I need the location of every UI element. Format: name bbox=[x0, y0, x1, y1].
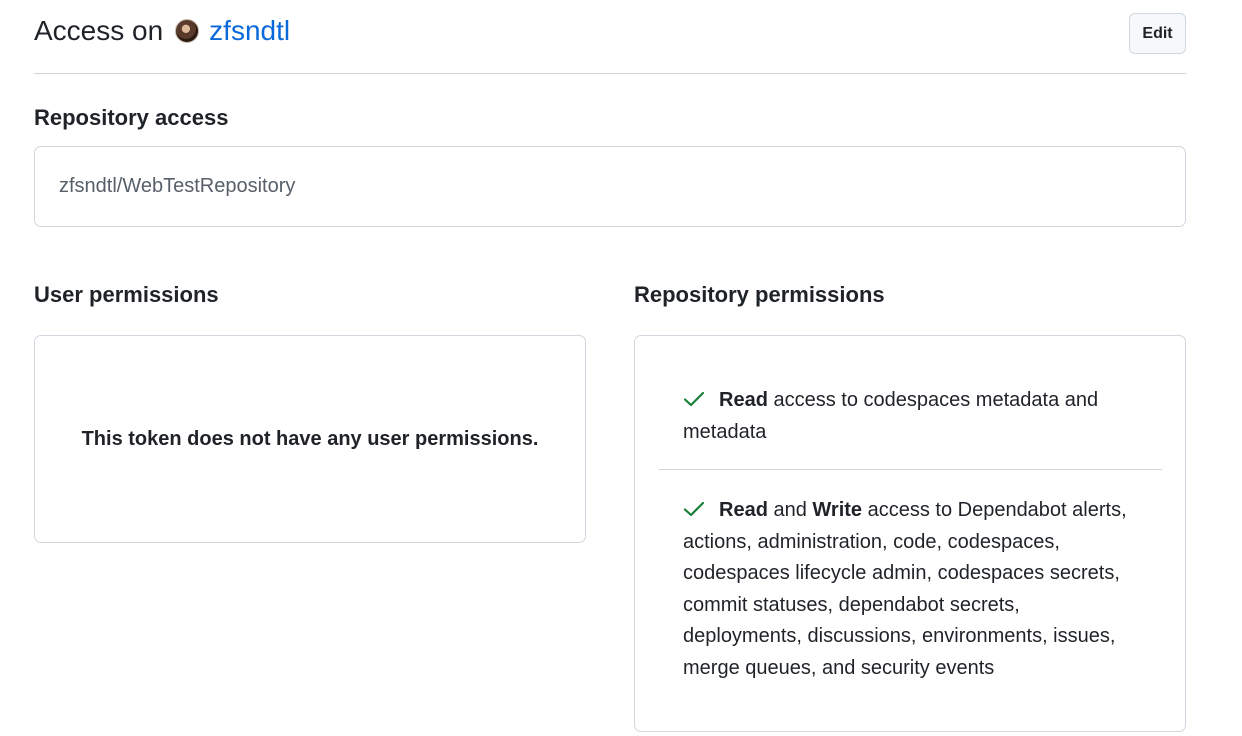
owner-avatar bbox=[175, 19, 200, 43]
repository-access-heading: Repository access bbox=[34, 105, 229, 130]
access-header: Access on zfsndtl Edit bbox=[34, 0, 1186, 74]
permission-divider bbox=[659, 469, 1162, 470]
permission-joiner: and bbox=[767, 499, 813, 521]
user-permissions-box: This token does not have any user permis… bbox=[34, 335, 586, 543]
permission-level-write: Write bbox=[812, 499, 863, 521]
check-icon bbox=[683, 391, 705, 407]
page-title-prefix: Access on bbox=[34, 15, 164, 46]
owner-link[interactable]: zfsndtl bbox=[209, 14, 290, 48]
repository-permissions-box: Read access to codespaces metadata and m… bbox=[634, 335, 1186, 732]
check-icon bbox=[683, 501, 705, 517]
repository-name: zfsndtl/WebTestRepository bbox=[59, 175, 296, 197]
repository-permissions-heading: Repository permissions bbox=[634, 282, 885, 307]
permission-level-read: Read bbox=[719, 389, 768, 411]
user-permissions-heading: User permissions bbox=[34, 282, 219, 307]
permission-item-read: Read access to codespaces metadata and m… bbox=[683, 385, 1143, 448]
user-permissions-empty-message: This token does not have any user permis… bbox=[81, 427, 539, 450]
permission-item-read-write: Read and Write access to Dependabot aler… bbox=[683, 495, 1143, 684]
edit-button[interactable]: Edit bbox=[1129, 13, 1186, 54]
permission-level-read: Read bbox=[719, 499, 768, 521]
repository-access-list: zfsndtl/WebTestRepository bbox=[34, 146, 1186, 227]
permission-scope-text: access to Dependabot alerts, actions, ad… bbox=[683, 499, 1127, 679]
token-access-page: Access on zfsndtl Edit Repository access… bbox=[0, 0, 1242, 736]
page-title: Access on zfsndtl bbox=[34, 14, 290, 48]
